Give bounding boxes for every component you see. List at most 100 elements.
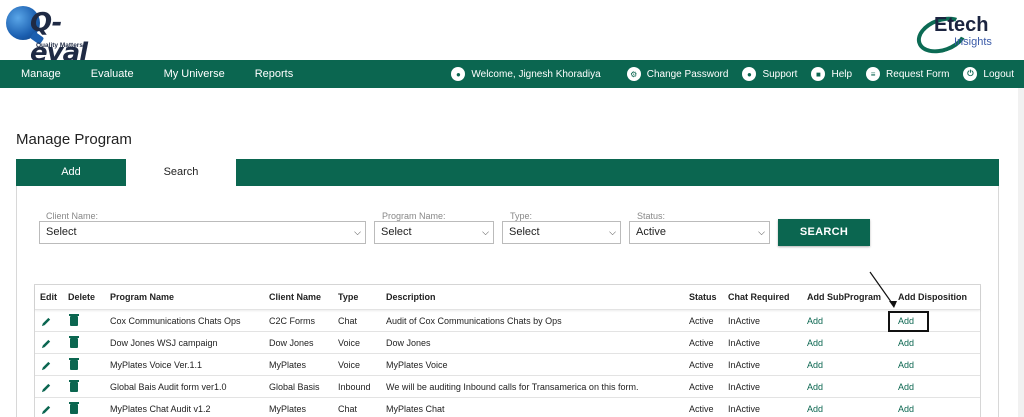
col-add-disposition: Add Disposition — [898, 292, 967, 302]
type-value: Select — [509, 226, 540, 238]
edit-pencil-icon[interactable] — [41, 398, 52, 417]
book-icon: ■ — [811, 67, 826, 81]
client-name: MyPlates — [269, 404, 307, 414]
program-name: Dow Jones WSJ campaign — [110, 338, 218, 348]
table-row: MyPlates Chat Audit v1.2 MyPlates Chat M… — [35, 398, 980, 417]
tab-search[interactable]: Search — [126, 159, 236, 186]
chevron-down-icon: ⌵ — [609, 227, 616, 237]
type: Inbound — [338, 382, 371, 392]
add-disposition-link[interactable]: Add — [898, 376, 914, 398]
nav-request-form[interactable]: ≡ Request Form — [866, 67, 949, 81]
page-scrollbar[interactable] — [1018, 88, 1024, 417]
table-row: MyPlates Voice Ver.1.1 MyPlates Voice My… — [35, 354, 980, 376]
table-header: Edit Delete Program Name Client Name Typ… — [35, 285, 980, 310]
headset-icon: ● — [742, 67, 757, 81]
etech-word: Etech — [934, 14, 989, 36]
nav-help[interactable]: ■ Help — [811, 67, 852, 81]
col-delete: Delete — [68, 292, 96, 302]
chat-required: InActive — [728, 382, 761, 392]
search-button[interactable]: SEARCH — [778, 219, 870, 246]
program-name-select[interactable]: Select ⌵ — [374, 221, 494, 244]
form-icon: ≡ — [866, 67, 881, 81]
etech-logo: Etech Insights — [911, 10, 1008, 60]
power-icon: ⏻ — [963, 67, 978, 81]
chat-required: InActive — [728, 316, 761, 326]
col-chat-required: Chat Required — [728, 292, 790, 302]
col-description: Description — [386, 292, 436, 302]
delete-trash-icon[interactable] — [69, 398, 79, 417]
description: MyPlates Chat — [386, 404, 445, 414]
status: Active — [689, 316, 714, 326]
chevron-down-icon: ⌵ — [482, 227, 489, 237]
type-label: Type: — [510, 211, 533, 221]
add-subprogram-link[interactable]: Add — [807, 354, 823, 376]
client-name-label: Client Name: — [46, 211, 99, 221]
status-select[interactable]: Active ⌵ — [629, 221, 770, 244]
tab-bar: Add Search — [16, 159, 999, 186]
nav-reports[interactable]: Reports — [255, 60, 294, 88]
add-disposition-link[interactable]: Add — [898, 332, 914, 354]
description: Dow Jones — [386, 338, 431, 348]
add-subprogram-link[interactable]: Add — [807, 310, 823, 332]
col-type: Type — [338, 292, 359, 302]
nav-welcome[interactable]: ● Welcome, Jignesh Khoradiya — [451, 67, 601, 81]
add-subprogram-link[interactable]: Add — [807, 398, 823, 417]
add-disposition-link[interactable]: Add — [898, 398, 914, 417]
chat-required: InActive — [728, 404, 761, 414]
add-subprogram-link[interactable]: Add — [807, 332, 823, 354]
description: Audit of Cox Communications Chats by Ops — [386, 316, 562, 326]
etech-sub: Insights — [954, 36, 992, 48]
header: Q-eval Quality Matters Etech Insights — [0, 0, 1024, 68]
program-table: Edit Delete Program Name Client Name Typ… — [34, 284, 981, 417]
annotation-highlight-box — [888, 311, 929, 332]
tab-add[interactable]: Add — [16, 159, 126, 186]
main-nav: Manage Evaluate My Universe Reports ● We… — [0, 60, 1024, 88]
delete-trash-icon[interactable] — [69, 310, 79, 334]
logo-word: Q-eval — [30, 8, 88, 68]
client-name: C2C Forms — [269, 316, 316, 326]
nav-logout[interactable]: ⏻ Logout — [963, 67, 1014, 81]
help-text: Help — [831, 68, 853, 80]
annotation-arrow-icon — [869, 271, 897, 308]
logo-tagline: Quality Matters — [36, 42, 83, 49]
page: Q-eval Quality Matters Etech Insights Ma… — [0, 0, 1024, 417]
add-disposition-link[interactable]: Add — [898, 354, 914, 376]
qeval-logo[interactable]: Q-eval Quality Matters — [4, 4, 88, 68]
change-password-text: Change Password — [646, 68, 729, 80]
program-name: MyPlates Voice Ver.1.1 — [110, 360, 203, 370]
delete-trash-icon[interactable] — [69, 332, 79, 356]
chat-required: InActive — [728, 338, 761, 348]
page-title: Manage Program — [16, 131, 132, 148]
nav-manage[interactable]: Manage — [21, 60, 61, 88]
status: Active — [689, 404, 714, 414]
nav-change-password[interactable]: ⚙ Change Password — [626, 67, 729, 81]
table-row: Global Bais Audit form ver1.0 Global Bas… — [35, 376, 980, 398]
table-row: Dow Jones WSJ campaign Dow Jones Voice D… — [35, 332, 980, 354]
description: MyPlates Voice — [386, 360, 448, 370]
nav-support[interactable]: ● Support — [742, 67, 797, 81]
nav-evaluate[interactable]: Evaluate — [91, 60, 134, 88]
add-subprogram-link[interactable]: Add — [807, 376, 823, 398]
nav-my-universe[interactable]: My Universe — [164, 60, 225, 88]
program-name: Cox Communications Chats Ops — [110, 316, 241, 326]
delete-trash-icon[interactable] — [69, 376, 79, 400]
col-status: Status — [689, 292, 717, 302]
client-name-select[interactable]: Select ⌵ — [39, 221, 366, 244]
status-label: Status: — [637, 211, 666, 221]
chevron-down-icon: ⌵ — [758, 227, 765, 237]
program-name-label: Program Name: — [382, 211, 446, 221]
type-select[interactable]: Select ⌵ — [502, 221, 621, 244]
client-name-value: Select — [46, 226, 77, 238]
program-name: Global Bais Audit form ver1.0 — [110, 382, 227, 392]
status: Active — [689, 382, 714, 392]
col-client-name: Client Name — [269, 292, 322, 302]
gear-icon: ⚙ — [626, 67, 641, 81]
welcome-text: Welcome, Jignesh Khoradiya — [471, 68, 601, 80]
support-text: Support — [762, 68, 798, 80]
program-name-value: Select — [381, 226, 412, 238]
nav-menu: Manage Evaluate My Universe Reports — [0, 60, 293, 88]
client-name: Global Basis — [269, 382, 320, 392]
type: Chat — [338, 404, 358, 414]
delete-trash-icon[interactable] — [69, 354, 79, 378]
logout-text: Logout — [983, 68, 1014, 80]
